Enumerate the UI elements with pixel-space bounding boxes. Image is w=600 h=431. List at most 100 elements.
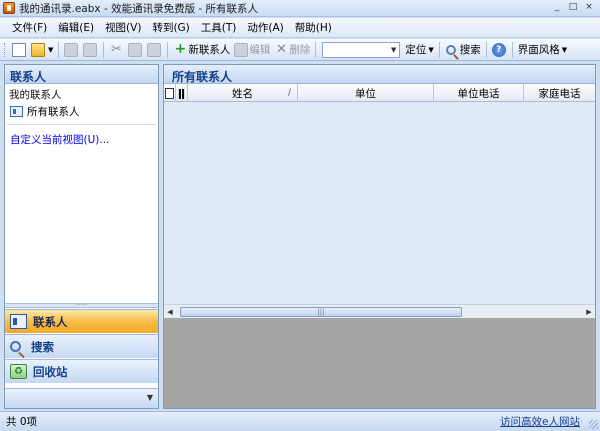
- folder-label: 所有联系人: [27, 106, 80, 118]
- toolbar-separator: [438, 41, 440, 58]
- menu-view[interactable]: 视图(V): [105, 20, 141, 35]
- search-button[interactable]: 搜索: [443, 41, 483, 59]
- recycle-bin-icon: ♻: [10, 364, 27, 379]
- locate-button[interactable]: 定位 ▼: [403, 41, 435, 59]
- open-folder-icon: [31, 42, 45, 57]
- divider: [7, 124, 156, 125]
- item-count: 共 0项: [6, 416, 38, 428]
- column-header-attachment[interactable]: ǁ: [176, 84, 188, 102]
- menu-goto[interactable]: 转到(G): [152, 20, 189, 35]
- folder-all-contacts[interactable]: 所有联系人: [5, 103, 158, 120]
- nav-search-label: 搜索: [31, 339, 54, 354]
- contact-card-icon: [10, 106, 23, 117]
- scroll-track[interactable]: |||: [176, 306, 583, 318]
- paperclip-icon: ǁ: [177, 86, 186, 100]
- column-header-name[interactable]: 姓名 /: [188, 84, 298, 102]
- delete-label: 删除: [289, 44, 311, 56]
- edit-button[interactable]: 编辑: [232, 41, 272, 59]
- toolbar-separator: [511, 41, 513, 58]
- print-preview-button[interactable]: [81, 41, 100, 59]
- nav-recycle-label: 回收站: [33, 364, 68, 379]
- menu-action[interactable]: 动作(A): [247, 20, 283, 35]
- locate-label: 定位: [405, 44, 427, 56]
- print-icon: [64, 42, 79, 57]
- resize-grip-icon[interactable]: [589, 420, 598, 429]
- status-bar: 共 0项 访问高效e人网站: [0, 411, 600, 431]
- paste-button[interactable]: [145, 41, 164, 59]
- chevron-down-icon: ▼: [428, 45, 434, 54]
- pane-splitter[interactable]: ·····: [5, 302, 158, 309]
- ui-style-label: 界面风格: [517, 44, 560, 56]
- nav-search-button[interactable]: 搜索: [5, 334, 158, 358]
- column-header-company-label: 单位: [355, 87, 376, 100]
- contacts-table[interactable]: ǁ 姓名 / 单位 单位电话 家庭电话: [164, 84, 595, 310]
- print-button[interactable]: [62, 41, 81, 59]
- toolbar-separator: [315, 41, 317, 58]
- scroll-right-icon[interactable]: ▶: [583, 308, 595, 316]
- ui-style-button[interactable]: 界面风格 ▼: [516, 41, 569, 59]
- plus-icon: +: [174, 40, 187, 57]
- paste-icon: [147, 42, 162, 57]
- print-preview-icon: [83, 42, 98, 57]
- search-icon: [445, 44, 456, 55]
- window-controls: _ □ ×: [550, 2, 596, 14]
- nav-recycle-button[interactable]: ♻ 回收站: [5, 359, 158, 383]
- content-pane: 所有联系人 ǁ 姓名 / 单位 单位电话 家庭电话 ◀ ||| ▶: [163, 64, 596, 409]
- column-header-home-phone[interactable]: 家庭电话: [524, 84, 595, 102]
- cut-button[interactable]: ✂: [107, 41, 126, 59]
- copy-button[interactable]: [126, 41, 145, 59]
- new-contact-label: 新联系人: [188, 44, 231, 56]
- help-icon: ?: [491, 42, 506, 57]
- edit-label: 编辑: [249, 44, 271, 56]
- search-icon: [10, 341, 21, 352]
- column-header-company[interactable]: 单位: [298, 84, 434, 102]
- column-header-type[interactable]: [164, 84, 176, 102]
- locate-combo[interactable]: ▼: [322, 41, 401, 58]
- new-document-icon: [12, 42, 26, 57]
- minimize-button[interactable]: _: [550, 2, 564, 14]
- sort-indicator-icon: /: [287, 88, 291, 98]
- column-header-home-phone-label: 家庭电话: [538, 87, 581, 100]
- pencil-icon: [234, 42, 249, 57]
- customize-view-link[interactable]: 自定义当前视图(U)...: [5, 129, 158, 150]
- chevron-down-icon[interactable]: ▼: [388, 46, 399, 54]
- chevron-down-icon: ▼: [48, 45, 54, 54]
- preview-area: [164, 319, 595, 408]
- website-link[interactable]: 访问高效e人网站: [500, 414, 580, 429]
- document-icon: [165, 87, 174, 99]
- group-title: 我的联系人: [9, 89, 62, 101]
- menu-file[interactable]: 文件(F): [12, 20, 47, 35]
- scroll-thumb[interactable]: |||: [180, 306, 462, 317]
- new-file-button[interactable]: [10, 41, 29, 59]
- toolbar-grip[interactable]: [4, 42, 7, 57]
- scroll-left-icon[interactable]: ◀: [164, 308, 176, 316]
- help-button[interactable]: ?: [490, 41, 509, 59]
- column-header-work-phone[interactable]: 单位电话: [434, 84, 524, 102]
- nav-configure-button[interactable]: ▼: [5, 388, 158, 408]
- table-header: ǁ 姓名 / 单位 单位电话 家庭电话: [164, 84, 595, 102]
- horizontal-scrollbar[interactable]: ◀ ||| ▶: [164, 304, 595, 318]
- contacts-icon: [10, 314, 27, 329]
- content-pane-header: 所有联系人: [164, 65, 595, 84]
- nav-contacts-label: 联系人: [33, 314, 68, 329]
- toolbar-separator: [58, 41, 60, 58]
- maximize-button[interactable]: □: [566, 2, 580, 14]
- open-file-button[interactable]: ▼: [29, 41, 55, 59]
- search-label: 搜索: [459, 44, 481, 56]
- menu-help[interactable]: 帮助(H): [295, 20, 332, 35]
- toolbar-separator: [167, 41, 169, 58]
- menu-bar: 文件(F) 编辑(E) 视图(V) 转到(G) 工具(T) 动作(A) 帮助(H…: [0, 18, 600, 38]
- toolbar: ▼ ✂ + 新联系人 编辑 ✕ 删除 ▼ 定位 ▼ 搜索 ? 界面风格 ▼: [0, 39, 600, 61]
- close-button[interactable]: ×: [582, 2, 596, 14]
- delete-x-icon: ✕: [275, 41, 287, 57]
- copy-icon: [128, 42, 143, 57]
- nav-contacts-button[interactable]: 联系人: [5, 309, 158, 333]
- toolbar-separator: [103, 41, 105, 58]
- new-contact-button[interactable]: + 新联系人: [171, 41, 232, 59]
- menu-edit[interactable]: 编辑(E): [58, 20, 94, 35]
- window-title: 我的通讯录.eabx - 效能通讯录免费版 - 所有联系人: [19, 2, 259, 15]
- toolbar-separator: [485, 41, 487, 58]
- app-icon: [3, 2, 15, 14]
- delete-button[interactable]: ✕ 删除: [272, 41, 312, 59]
- menu-tools[interactable]: 工具(T): [201, 20, 237, 35]
